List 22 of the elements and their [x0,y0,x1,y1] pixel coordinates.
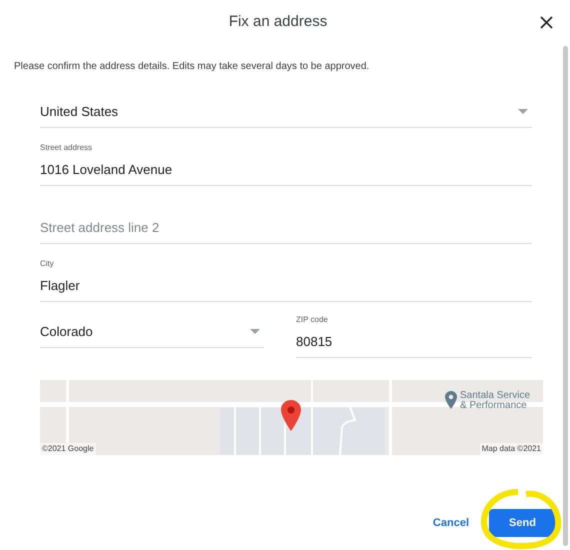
input-field[interactable]: City Flagler [40,260,532,302]
send-button[interactable]: Send [489,509,556,537]
intro-text: Please confirm the address details. Edits may take several days to be approved. [13,60,370,74]
input-field[interactable]: ZIP code 80815 [296,316,532,358]
caret-icon [518,109,528,114]
place-label: Santala Service & Performance [460,391,532,411]
field-label: Street address [40,144,94,152]
map-attribution: ©2021 Google [40,443,96,455]
field-label: ZIP code [296,316,329,324]
input-field[interactable]: Street address 1016 Loveland Avenue [40,144,532,186]
dialog-title: Fix an address [228,12,328,32]
map-attribution: Map data ©2021 [480,443,543,455]
caret-icon [250,329,260,334]
dropdown-field[interactable]: Colorado [40,316,264,348]
field-label: City [40,260,55,268]
map-pin-icon [281,400,301,431]
cancel-button[interactable]: Cancel [424,509,477,537]
dropdown-field[interactable]: United States [40,96,532,128]
input-field[interactable]: Street address line 2 [40,202,532,244]
place-marker-icon [445,391,457,409]
scrollbar[interactable] [563,46,568,546]
close-icon [540,16,553,29]
